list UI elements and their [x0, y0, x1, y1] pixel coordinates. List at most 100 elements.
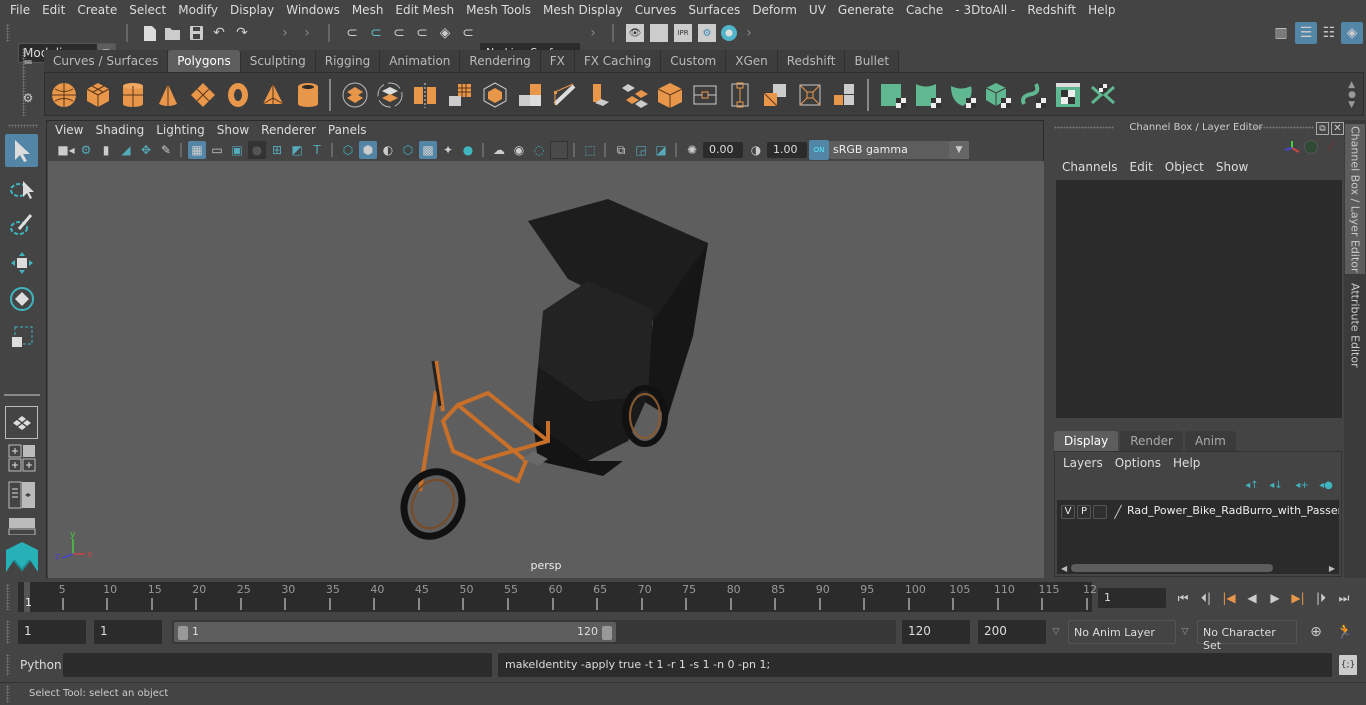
shelf-tab-animation[interactable]: Animation	[380, 50, 461, 72]
range-slider[interactable]: 1 120	[172, 620, 896, 644]
layer-name[interactable]: Rad_Power_Bike_RadBurro_with_Passeng	[1127, 504, 1339, 517]
attribute-editor-toggle-icon[interactable]: ☰	[1295, 22, 1317, 44]
planar-mapping-icon[interactable]	[880, 82, 906, 108]
animation-start-field[interactable]: 1	[18, 620, 86, 644]
2d-pan-zoom-icon[interactable]: ✥	[137, 141, 155, 159]
range-end-handle[interactable]	[602, 626, 612, 640]
poly-cone-icon[interactable]	[155, 82, 181, 108]
layer-menu-options[interactable]: Options	[1109, 456, 1167, 470]
layer-playback-toggle[interactable]: P	[1077, 505, 1091, 519]
freeze-transform-icon[interactable]	[727, 82, 753, 108]
poly-pyramid-icon[interactable]	[260, 82, 286, 108]
target-weld-icon[interactable]	[657, 82, 683, 108]
rotate-tool-icon[interactable]	[5, 282, 38, 315]
auto-key-icon[interactable]: ⊕	[1306, 622, 1326, 642]
drag-handle[interactable]	[6, 584, 10, 610]
smooth-icon[interactable]	[447, 82, 473, 108]
scale-tool-icon[interactable]	[5, 320, 38, 353]
layer-display-type-toggle[interactable]	[1093, 505, 1107, 519]
menu-modify[interactable]: Modify	[172, 3, 224, 17]
isolate-select-icon[interactable]: ⬚	[581, 141, 599, 159]
poly-cube-icon[interactable]	[85, 82, 111, 108]
command-language-label[interactable]: Python	[20, 658, 62, 672]
character-set-dropdown-arrow-icon[interactable]: ▽	[1178, 625, 1192, 639]
combine-icon[interactable]	[342, 82, 368, 108]
shelf-tab-rendering[interactable]: Rendering	[460, 50, 541, 72]
layer-tab-anim[interactable]: Anim	[1184, 431, 1236, 451]
drag-handle[interactable]	[8, 124, 38, 128]
menu-edit-mesh[interactable]: Edit Mesh	[389, 3, 460, 17]
viewport-menu-panels[interactable]: Panels	[322, 123, 373, 137]
new-layer-icon[interactable]: ◂+	[1293, 478, 1311, 492]
step-forward-frame-icon[interactable]: |⏵	[1312, 589, 1330, 607]
gamma-field[interactable]: 1.00	[767, 142, 807, 158]
select-tool-icon[interactable]	[5, 134, 38, 167]
current-frame-field[interactable]: 1	[1098, 588, 1166, 608]
channel-box-menu-object[interactable]: Object	[1159, 160, 1210, 174]
poly-pipe-icon[interactable]	[295, 82, 321, 108]
xray-active-icon[interactable]: ◲	[632, 141, 650, 159]
hud-icon[interactable]: ◪	[652, 141, 670, 159]
scrollbar-thumb[interactable]	[1071, 564, 1273, 572]
mirror-icon[interactable]	[412, 82, 438, 108]
camera-select-icon[interactable]: ■◂	[57, 141, 75, 159]
append-to-polygon-icon[interactable]	[622, 82, 648, 108]
gamma-icon[interactable]: ◑	[747, 141, 765, 159]
range-start-handle[interactable]	[178, 626, 188, 640]
layer-row[interactable]: V P ╱ Rad_Power_Bike_RadBurro_with_Passe…	[1057, 500, 1339, 522]
camera-attributes-icon[interactable]: ⚙	[77, 141, 95, 159]
menu-mesh[interactable]: Mesh	[346, 3, 390, 17]
move-layer-up-icon[interactable]: ◂↑	[1243, 478, 1261, 492]
scroll-right-icon[interactable]: ▶	[1329, 564, 1335, 573]
menu-3dtoall[interactable]: - 3DtoAll -	[949, 3, 1021, 17]
step-forward-key-icon[interactable]: ▶|	[1289, 589, 1307, 607]
menu-curves[interactable]: Curves	[629, 3, 683, 17]
play-backwards-icon[interactable]: ◀	[1243, 589, 1261, 607]
menu-mesh-tools[interactable]: Mesh Tools	[460, 3, 537, 17]
exposure-icon[interactable]: ✺	[683, 141, 701, 159]
delete-history-icon[interactable]	[797, 82, 823, 108]
command-input[interactable]	[63, 653, 492, 677]
menu-surfaces[interactable]: Surfaces	[682, 3, 746, 17]
collapse-arrow-icon[interactable]: ›	[302, 23, 312, 43]
layer-menu-layers[interactable]: Layers	[1057, 456, 1109, 470]
viewport-menu-lighting[interactable]: Lighting	[150, 123, 211, 137]
anti-aliasing-icon[interactable]: ◌	[530, 141, 548, 159]
side-tab-attribute-editor[interactable]: Attribute Editor	[1345, 280, 1365, 370]
float-panel-icon[interactable]: ⧉	[1316, 122, 1329, 135]
tool-settings-toggle-icon[interactable]: ☷	[1320, 23, 1338, 43]
cylindrical-mapping-icon[interactable]	[915, 82, 941, 108]
undo-icon[interactable]: ↶	[210, 23, 228, 43]
shelf-scroll-icon[interactable]: ▲ ● ▼	[1345, 77, 1359, 113]
step-back-key-icon[interactable]: |◀	[1220, 589, 1238, 607]
bookmark-icon[interactable]: ▮	[97, 141, 115, 159]
shelf-tab-polygons[interactable]: Polygons	[168, 50, 241, 72]
menu-cache[interactable]: Cache	[900, 3, 949, 17]
step-back-frame-icon[interactable]: ⏴|	[1197, 589, 1215, 607]
anim-layer-dropdown-arrow-icon[interactable]: ▽	[1049, 625, 1063, 639]
render-settings-icon[interactable]: ⚙	[698, 24, 716, 42]
shelf-settings-gear-icon[interactable]: ⚙	[18, 90, 38, 106]
scroll-left-icon[interactable]: ◀	[1061, 564, 1067, 573]
shelf-tab-fx-caching[interactable]: FX Caching	[574, 50, 662, 72]
hypershade-icon[interactable]	[720, 24, 738, 42]
drag-handle[interactable]	[6, 24, 10, 42]
single-perspective-layout-icon[interactable]	[5, 406, 38, 439]
drag-handle[interactable]	[6, 654, 10, 676]
menu-redshift[interactable]: Redshift	[1021, 3, 1082, 17]
gate-mask-icon[interactable]: ●	[248, 141, 266, 159]
key-icon[interactable]: ⁄	[1324, 139, 1338, 155]
character-set-dropdown[interactable]: No Character Set	[1197, 620, 1297, 652]
poly-cylinder-icon[interactable]	[120, 82, 146, 108]
go-to-end-icon[interactable]: ⏭	[1335, 589, 1353, 607]
paint-select-tool-icon[interactable]	[5, 208, 38, 241]
shelf-tab-sculpting[interactable]: Sculpting	[240, 50, 316, 72]
menu-select[interactable]: Select	[123, 3, 172, 17]
color-management-toggle[interactable]: ON	[809, 140, 829, 160]
textured-icon[interactable]: ▩	[419, 141, 437, 159]
lasso-tool-icon[interactable]	[5, 172, 38, 205]
close-icon[interactable]: ✕	[1331, 122, 1344, 135]
anim-layer-dropdown[interactable]: No Anim Layer	[1068, 620, 1176, 644]
extrude-icon[interactable]	[587, 82, 613, 108]
safe-action-icon[interactable]: ◩	[288, 141, 306, 159]
